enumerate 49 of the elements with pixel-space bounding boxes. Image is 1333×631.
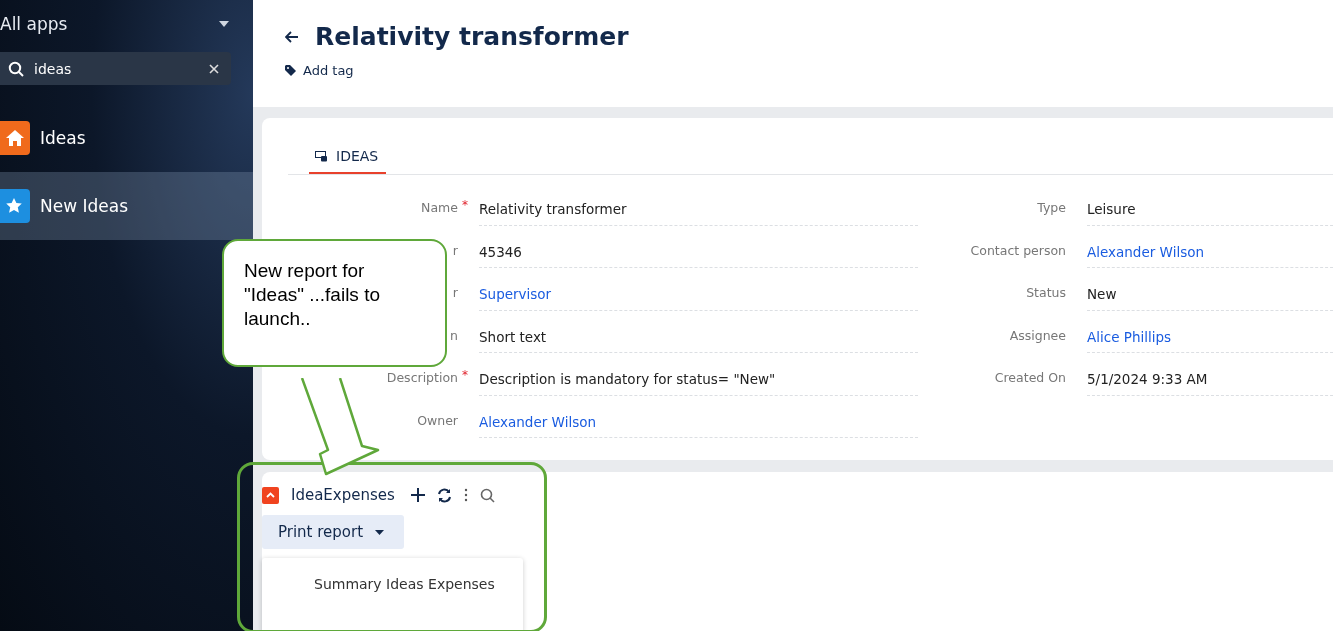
tab[interactable]: IDEAS: [309, 140, 387, 174]
sidebar-item[interactable]: New Ideas: [0, 172, 253, 240]
more-icon[interactable]: [463, 488, 468, 502]
required-mark: *: [461, 367, 469, 384]
required-mark: *: [461, 197, 469, 214]
tag-icon: [285, 65, 296, 76]
section-title: IdeaExpenses: [291, 486, 395, 504]
search-icon: [8, 60, 24, 77]
field-label: n: [450, 327, 458, 343]
sidebar-item[interactable]: Ideas: [0, 104, 253, 172]
field-value: Relativity transformer: [479, 189, 918, 226]
field-link[interactable]: Alexander Wilson: [479, 401, 918, 438]
refresh-icon[interactable]: [436, 487, 452, 503]
field-label: Name: [421, 200, 458, 215]
field-label: r: [452, 242, 458, 258]
field-label: Description: [386, 370, 458, 385]
page-title: Relativity transformer: [315, 22, 629, 51]
field-label: Contact person: [970, 242, 1066, 258]
chevron-up-icon: [266, 492, 275, 498]
callout-note: New report for "Ideas" ...fails to launch..: [222, 239, 447, 367]
field-link[interactable]: Supervisor: [479, 274, 918, 311]
field-label: Type: [1037, 200, 1066, 215]
field-value: Short text: [479, 316, 918, 353]
field-label: Status: [1026, 285, 1066, 300]
close-icon[interactable]: [209, 63, 219, 74]
field-value: 5/1/2024 9:33 AM: [1087, 359, 1333, 396]
field-link[interactable]: Alexander Wilson: [1087, 231, 1333, 268]
house-icon: [0, 121, 30, 155]
search-icon[interactable]: [479, 487, 495, 503]
apps-title: All apps: [0, 14, 68, 34]
field-label: r: [452, 285, 458, 300]
collapse-button[interactable]: [262, 486, 279, 504]
field-value: Leisure: [1087, 189, 1333, 226]
field-label: Assignee: [1009, 327, 1066, 343]
search-field[interactable]: ideas: [0, 52, 231, 85]
money-icon: [315, 150, 328, 162]
field-value: New: [1087, 274, 1333, 311]
back-arrow-icon[interactable]: [285, 30, 299, 43]
plus-icon[interactable]: [410, 488, 425, 502]
print-report-button[interactable]: Print report: [262, 515, 405, 549]
caret-icon[interactable]: [219, 21, 229, 27]
field-value: 45346: [479, 231, 918, 268]
field-label: Owner: [417, 412, 458, 428]
field-label: Created On: [994, 370, 1066, 385]
field-link[interactable]: Alice Phillips: [1087, 316, 1333, 353]
caret-icon: [375, 529, 385, 535]
field-value: Description is mandatory for status= "New": [479, 359, 918, 396]
add-tag-link[interactable]: Add tag: [285, 63, 354, 78]
menu-item[interactable]: Summary Ideas Expenses: [262, 576, 495, 592]
